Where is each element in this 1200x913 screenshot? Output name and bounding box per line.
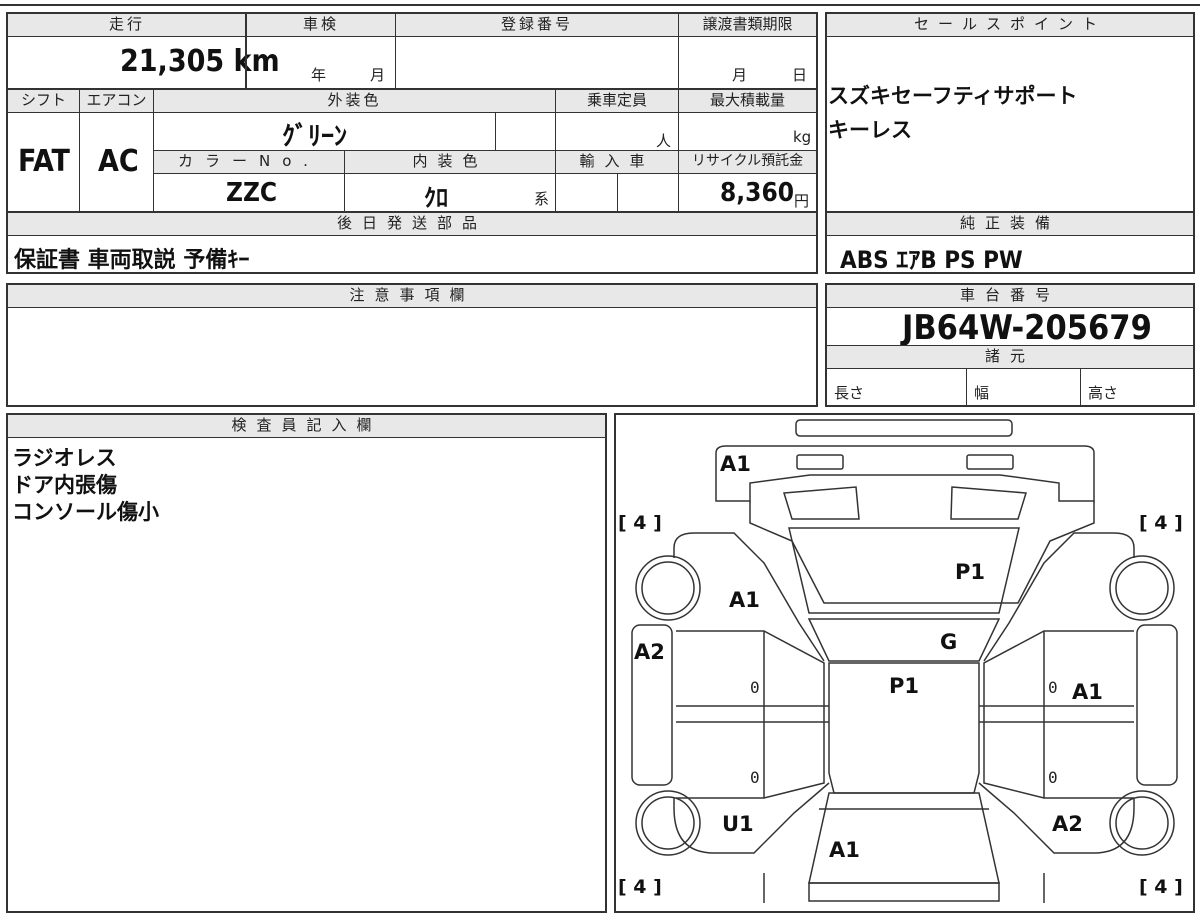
tire-rear-left-mark: [ 4 ] (618, 876, 662, 898)
door-rear-right-zero: 0 (1048, 768, 1058, 787)
damage-left-rear-fender: U1 (722, 812, 754, 836)
transfer-header: 譲渡書類期限 (679, 14, 816, 36)
inspector-header: 検査員記入欄 (8, 415, 605, 437)
damage-left-front-fender: A1 (729, 588, 760, 612)
door-rear-left-zero: 0 (750, 768, 760, 787)
damage-right-rear-fender: A2 (1052, 812, 1083, 836)
inspector-line-3: コンソール傷小 (12, 500, 159, 524)
maxload-unit: kg (793, 128, 812, 146)
width-label: 幅 (974, 384, 990, 402)
damage-front-bumper: A1 (720, 452, 751, 476)
top-strip (0, 0, 1200, 6)
notes-header: 注意事項欄 (8, 285, 816, 307)
exterior-header: 外装色 (154, 90, 555, 112)
tire-front-left-mark: [ 4 ] (618, 512, 662, 534)
later-parts-value: 保証書 車両取説 予備ｷｰ (14, 248, 250, 273)
recycle-unit: 円 (794, 192, 810, 210)
interior-suffix: 系 (534, 190, 550, 208)
damage-windshield: G (940, 630, 958, 654)
equipment-header: 純正装備 (827, 213, 1193, 235)
car-body-diagram (631, 419, 1178, 903)
length-label: 長さ (834, 384, 865, 402)
specs-header: 諸元 (827, 346, 1193, 368)
door-front-left-zero: 0 (750, 678, 760, 697)
sales-point-line-2: キーレス (828, 118, 912, 142)
registration-header: 登録番号 (396, 14, 678, 36)
recycle-value: 8,360 (720, 178, 794, 208)
inspector-line-1: ラジオレス (12, 446, 117, 470)
interior-header: 内装色 (345, 151, 555, 173)
aircon-value: AC (98, 144, 139, 179)
shift-header: シフト (8, 90, 79, 112)
import-header: 輸入車 (556, 151, 678, 173)
exterior-value: ｸﾞﾘｰﾝ (282, 122, 348, 152)
aircon-header: エアコン (80, 90, 153, 112)
damage-left-front-pillar: A2 (634, 640, 665, 664)
transfer-day-unit: 日 (792, 66, 808, 84)
damage-rear-gate: A1 (829, 838, 860, 862)
recycle-header: リサイクル預託金 (679, 151, 816, 173)
chassis-header: 車台番号 (827, 285, 1193, 307)
inspection-month-unit: 月 (370, 66, 386, 84)
inspection-year-unit: 年 (311, 66, 327, 84)
equipment-value: ABS ｴｱB PS PW (840, 246, 1023, 274)
damage-hood: P1 (955, 560, 986, 584)
colorno-header: カラーNo. (154, 151, 344, 173)
damage-roof: P1 (889, 674, 920, 698)
later-parts-header: 後日発送部品 (8, 213, 816, 235)
mileage-value: 21,305 km (120, 44, 280, 79)
sales-point-line-1: スズキセーフティサポート (828, 84, 1078, 108)
mileage-header: 走行 (8, 14, 246, 36)
damage-right-front-door: A1 (1072, 680, 1103, 704)
shift-value: FAT (18, 144, 70, 179)
tire-front-right-mark: [ 4 ] (1139, 512, 1183, 534)
sales-point-header: セールスポイント (827, 14, 1193, 36)
door-front-right-zero: 0 (1048, 678, 1058, 697)
inspector-line-2: ドア内張傷 (12, 473, 117, 497)
transfer-month-unit: 月 (732, 66, 748, 84)
interior-value: ｸﾛ (424, 184, 448, 212)
inspection-header: 車検 (247, 14, 395, 36)
maxload-header: 最大積載量 (679, 90, 816, 112)
chassis-number: JB64W-205679 (902, 308, 1152, 348)
capacity-header: 乗車定員 (556, 90, 678, 112)
capacity-unit: 人 (656, 132, 672, 150)
height-label: 高さ (1088, 384, 1119, 402)
colorno-value: ZZC (226, 178, 278, 208)
tire-rear-right-mark: [ 4 ] (1139, 876, 1183, 898)
